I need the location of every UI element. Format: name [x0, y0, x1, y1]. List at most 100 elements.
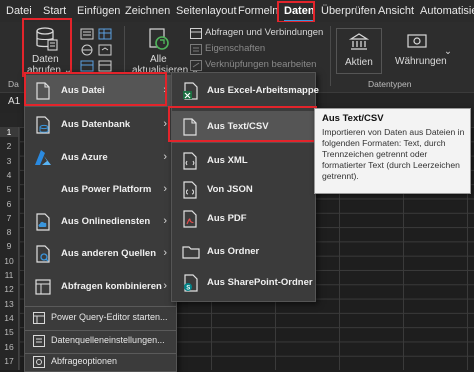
menu-item-label: Aus SharePoint-Ordner [207, 277, 313, 288]
row-header-5[interactable]: 5 [0, 184, 18, 194]
chevron-right-icon: › [163, 215, 167, 227]
existing-connections-icon[interactable] [98, 60, 112, 72]
name-box[interactable]: A1 [8, 96, 20, 107]
tab-formeln[interactable]: Formeln [238, 3, 278, 19]
menu-item-from-database[interactable]: Aus Datenbank › [25, 109, 176, 141]
queries-connections-label: Abfragen und Verbindungen [205, 27, 324, 38]
menu-item-label: Aus PDF [207, 213, 247, 224]
menu-item-from-excel-workbook[interactable]: Aus Excel-Arbeitsmappe [172, 75, 319, 107]
queries-connections-button[interactable]: Abfragen und Verbindungen [190, 27, 338, 41]
edit-links-label: Verknüpfungen bearbeiten [205, 59, 317, 70]
tab-ansicht[interactable]: Ansicht [378, 3, 414, 19]
currencies-label: Währungen [395, 56, 447, 67]
tooltip-text-csv: Aus Text/CSV Importieren von Daten aus D… [314, 108, 471, 194]
tooltip-title: Aus Text/CSV [322, 113, 384, 124]
menu-item-label: Aus Onlinediensten [61, 216, 151, 227]
menu-item-combine-queries[interactable]: Abfragen kombinieren › [25, 271, 176, 303]
other-sources-icon [36, 245, 50, 263]
row-header-4[interactable]: 4 [0, 170, 18, 180]
menu-item-label: Aus Datenbank [61, 119, 131, 130]
row-header-12[interactable]: 12 [0, 284, 18, 294]
currencies-button[interactable]: Währungen [392, 28, 447, 72]
row-header-8[interactable]: 8 [0, 227, 18, 237]
tab-ueberpruefen[interactable]: Überprüfen [321, 3, 376, 19]
menu-command-power-query-editor[interactable]: Power Query-Editor starten... [25, 308, 176, 328]
menu-item-from-xml[interactable]: Aus XML [172, 145, 315, 177]
highlight-from-text-csv [168, 106, 317, 142]
menu-separator [25, 306, 176, 307]
chevron-right-icon: › [163, 118, 167, 130]
properties-icon [190, 44, 202, 55]
group-label-get-transform: Da [8, 79, 19, 89]
row-header-7[interactable]: 7 [0, 213, 18, 223]
menu-item-from-azure[interactable]: Aus Azure › [25, 142, 176, 174]
row-header-15[interactable]: 15 [0, 327, 18, 337]
image-data-icon[interactable] [80, 60, 94, 72]
row-headers: 1 2 3 4 5 6 7 8 9 10 11 12 13 14 15 16 1… [0, 127, 19, 370]
menu-item-from-online-services[interactable]: Aus Onlinediensten › [25, 206, 176, 238]
power-query-icon [33, 312, 45, 324]
currency-icon [407, 34, 427, 48]
query-options-icon [33, 356, 45, 368]
properties-button[interactable]: Eigenschaften [190, 43, 338, 57]
menu-item-from-pdf[interactable]: Aus PDF [172, 203, 315, 235]
menu-item-label: Aus Power Platform [61, 184, 152, 195]
table-range-icon[interactable] [98, 28, 112, 40]
web-icon[interactable] [80, 44, 94, 56]
menu-item-label: Aus Azure [61, 152, 108, 163]
row-header-14[interactable]: 14 [0, 313, 18, 323]
row-header-11[interactable]: 11 [0, 270, 18, 280]
menu-command-data-source-settings[interactable]: Datenquelleneinstellungen... [25, 331, 176, 351]
menu-item-from-other-sources[interactable]: Aus anderen Quellen › [25, 238, 176, 270]
menu-item-label: Aus anderen Quellen [61, 248, 157, 259]
edit-links-button[interactable]: Verknüpfungen bearbeiten [190, 59, 338, 73]
menu-item-from-folder[interactable]: Aus Ordner [172, 236, 315, 268]
json-icon [183, 181, 197, 199]
bank-icon [349, 33, 369, 50]
row-header-2[interactable]: 2 [0, 141, 18, 151]
stocks-button[interactable]: Aktien [336, 28, 382, 74]
azure-icon [35, 150, 51, 165]
tab-einfuegen[interactable]: Einfügen [77, 3, 120, 19]
more-datatypes-chevron-icon[interactable]: ⌄ [444, 46, 452, 57]
menu-command-query-options[interactable]: Abfrageoptionen [25, 352, 176, 372]
menu-command-label: Power Query-Editor starten... [51, 312, 168, 322]
database-icon [36, 116, 50, 134]
row-header-17[interactable]: 17 [0, 356, 18, 366]
text-file-icon[interactable] [80, 28, 94, 40]
row-header-1[interactable]: 1 [0, 127, 18, 137]
data-source-settings-icon [33, 335, 45, 347]
menu-item-from-sharepoint-folder[interactable]: S Aus SharePoint-Ordner [172, 267, 315, 299]
excel-workbook-icon [183, 82, 198, 100]
menu-item-from-json[interactable]: Von JSON [172, 174, 315, 206]
chevron-right-icon: › [163, 183, 167, 195]
stocks-label: Aktien [345, 57, 373, 68]
svg-text:S: S [186, 285, 190, 291]
menu-item-label: Aus XML [207, 155, 248, 166]
sharepoint-folder-icon: S [184, 274, 198, 292]
menu-item-from-power-platform[interactable]: Aus Power Platform › [25, 174, 176, 206]
cloud-icon [36, 213, 50, 231]
row-header-10[interactable]: 10 [0, 256, 18, 266]
row-header-9[interactable]: 9 [0, 241, 18, 251]
tab-seitenlayout[interactable]: Seitenlayout [176, 3, 237, 19]
chevron-right-icon: › [163, 280, 167, 292]
tab-automatisieren[interactable]: Automatisie [420, 3, 474, 19]
row-header-6[interactable]: 6 [0, 199, 18, 209]
tab-datei[interactable]: Datei [6, 3, 32, 19]
menu-item-label: Abfragen kombinieren [61, 281, 162, 292]
folder-icon [182, 246, 200, 259]
recent-sources-icon[interactable] [98, 44, 112, 56]
menu-item-label: Aus Excel-Arbeitsmappe [207, 85, 319, 96]
properties-label: Eigenschaften [205, 43, 266, 54]
tooltip-body: Importieren von Daten aus Dateien in fol… [322, 127, 465, 181]
pdf-icon [183, 210, 197, 228]
menu-item-label: Von JSON [207, 184, 253, 195]
tab-zeichnen[interactable]: Zeichnen [125, 3, 170, 19]
row-header-3[interactable]: 3 [0, 156, 18, 166]
tab-start[interactable]: Start [43, 3, 66, 19]
refresh-all-button[interactable]: Alle aktualisieren ⌄ [128, 25, 199, 76]
row-header-16[interactable]: 16 [0, 342, 18, 352]
row-header-13[interactable]: 13 [0, 299, 18, 309]
chevron-right-icon: › [163, 151, 167, 163]
